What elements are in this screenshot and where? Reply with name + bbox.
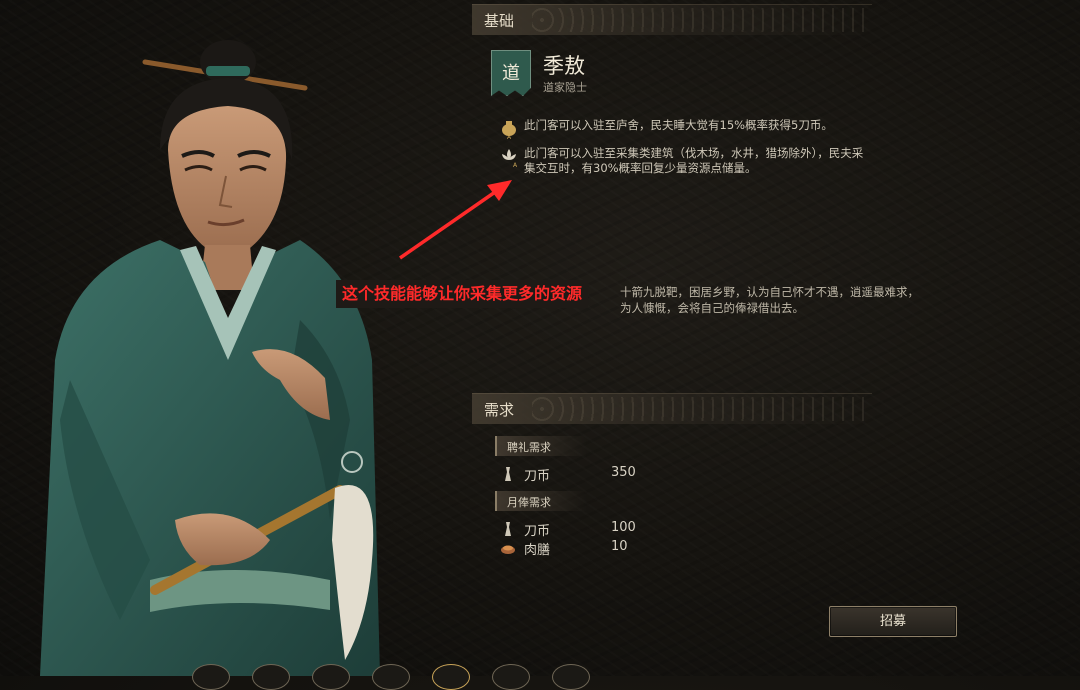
character-title: 道家隐士 [543, 81, 587, 94]
resource-name: 肉膳 [524, 543, 551, 558]
taoist-emblem-icon: 道 [491, 50, 531, 96]
character-name: 季敖 [543, 54, 585, 78]
emblem-character: 道 [502, 63, 520, 84]
lotus-icon: A [502, 149, 518, 168]
annotation-label: 这个技能能够让你采集更多的资源 [336, 280, 589, 308]
nav-slot[interactable] [192, 664, 230, 690]
coin-icon [505, 467, 511, 481]
header-pattern [532, 8, 872, 32]
nav-slot[interactable] [552, 664, 590, 690]
character-portrait [40, 40, 380, 676]
money-bag-icon: A [502, 121, 516, 140]
requirements-section-header: 需求 [472, 393, 872, 424]
header-pattern [532, 397, 872, 421]
basics-section-header: 基础 [472, 4, 872, 35]
nav-slot[interactable] [252, 664, 290, 690]
skill-text-2: 此门客可以入驻至采集类建筑（伐木场，水井，猎场除外），民夫采集交互时，有30%概… [524, 146, 864, 175]
requirements-section-title: 需求 [484, 401, 515, 419]
skill-text-1: 此门客可以入驻至庐舍，民夫睡大觉有15%概率获得5刀币。 [524, 118, 833, 132]
resource-name: 刀币 [524, 469, 551, 484]
coin-icon [505, 522, 511, 536]
bottom-navigation-bar [180, 664, 620, 690]
monthly-requirement-header: 月俸需求 [495, 491, 587, 511]
nav-slot-active[interactable] [432, 664, 470, 690]
resource-value: 350 [611, 465, 636, 480]
nav-slot[interactable] [372, 664, 410, 690]
hire-coin-row: 刀币 350 [500, 465, 700, 484]
recruit-button[interactable]: 招募 [829, 606, 957, 637]
basics-section-title: 基础 [484, 12, 515, 30]
nav-slot[interactable] [312, 664, 350, 690]
monthly-requirement-label: 月俸需求 [507, 496, 551, 509]
resource-name: 刀币 [524, 524, 551, 539]
hire-requirement-header: 聘礼需求 [495, 436, 587, 456]
meat-bowl-icon [501, 545, 515, 554]
monthly-meat-row: 肉膳 10 [500, 539, 700, 558]
monthly-coin-row: 刀币 100 [500, 520, 700, 539]
svg-text:A: A [513, 162, 518, 168]
nav-slot[interactable] [492, 664, 530, 690]
hire-requirement-label: 聘礼需求 [507, 441, 551, 454]
resource-value: 10 [611, 539, 628, 554]
resource-value: 100 [611, 520, 636, 535]
